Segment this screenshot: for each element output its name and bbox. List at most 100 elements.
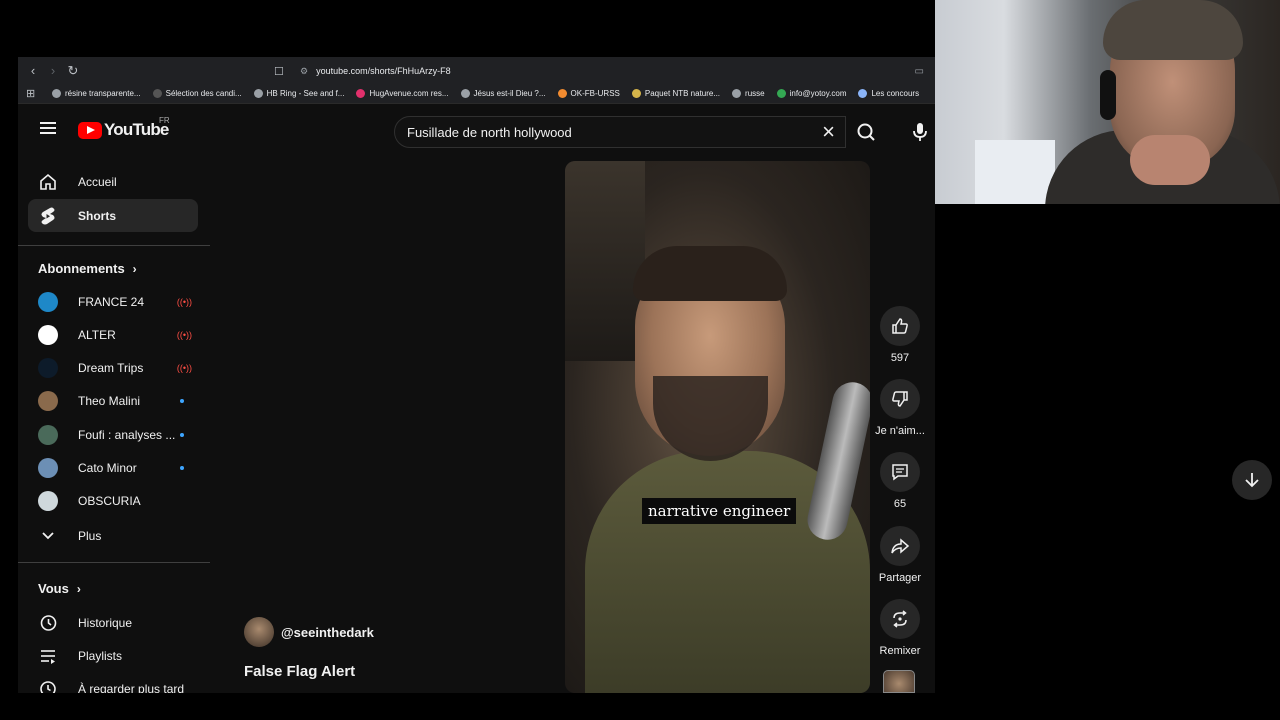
screen: ‹ › ↻ ☐ ⚙ youtube.com/shorts/FhHuArzy-F8… xyxy=(0,0,1280,720)
search-icon xyxy=(857,123,875,141)
menu-icon[interactable] xyxy=(40,122,56,134)
sidebar-item-shorts[interactable]: Shorts xyxy=(28,199,198,232)
bookmark-icon[interactable]: ☐ xyxy=(274,65,288,78)
webcam-person-hand xyxy=(1130,135,1210,185)
sidebar-item-label: À regarder plus tard xyxy=(78,681,185,694)
new-content-dot-icon xyxy=(180,399,184,404)
sidebar-item-label: Cato Minor xyxy=(78,461,137,475)
search-button[interactable] xyxy=(846,116,886,148)
bookmark-item[interactable]: HB Ring - See and f... xyxy=(253,89,344,98)
chevron-right-icon: › xyxy=(132,261,137,276)
chevron-down-icon xyxy=(38,526,58,546)
you-header[interactable]: Vous › xyxy=(38,581,81,596)
webcam-person-hair xyxy=(1103,0,1243,60)
like-button[interactable]: 597 xyxy=(868,306,932,364)
bookmark-item[interactable]: HugAvenue.com res... xyxy=(356,89,449,98)
bookmark-item[interactable]: info@yotoy.com xyxy=(776,89,847,98)
shorts-icon xyxy=(38,206,58,226)
bookmark-label: Paquet NTB nature... xyxy=(644,89,721,98)
channel-avatar xyxy=(38,324,58,345)
subscriptions-header[interactable]: Abonnements › xyxy=(38,261,137,276)
address-bar[interactable]: ☐ ⚙ youtube.com/shorts/FhHuArzy-F8 ▭ xyxy=(274,61,935,81)
sidebar-item-label: Shorts xyxy=(78,208,117,223)
bookmark-item[interactable]: Sélection des candi... xyxy=(152,89,242,98)
share-button[interactable]: Partager xyxy=(868,526,932,584)
bookmark-item[interactable]: Jésus est-il Dieu ?... xyxy=(460,89,546,98)
sidebar-item-label: FRANCE 24 xyxy=(78,294,145,309)
sidebar-item-subscription[interactable]: Foufi : analyses ... xyxy=(28,418,198,451)
bookmark-item[interactable]: Paquet NTB nature... xyxy=(631,89,721,98)
apps-grid-icon[interactable]: ⊞ xyxy=(26,88,38,100)
bookmark-label: info@yotoy.com xyxy=(789,89,847,98)
webcam-background-window xyxy=(975,140,1055,204)
sidebar-item-subscription[interactable]: OBSCURIA xyxy=(28,485,198,518)
short-video-player[interactable]: narrative engineer xyxy=(565,161,870,693)
new-content-dot-icon xyxy=(180,466,184,470)
comments-button[interactable]: 65 xyxy=(868,452,932,510)
forward-icon[interactable]: › xyxy=(46,63,60,78)
sidebar-item-subscription[interactable]: ALTER ((•)) xyxy=(28,318,198,351)
clock-icon xyxy=(38,679,58,693)
share-label: Partager xyxy=(878,572,922,584)
search-input[interactable]: Fusillade de north hollywood xyxy=(407,125,822,140)
bookmark-favicon-icon xyxy=(858,89,868,98)
clear-search-icon[interactable]: × xyxy=(822,121,835,143)
browser-toolbar: ‹ › ↻ ☐ ⚙ youtube.com/shorts/FhHuArzy-F8… xyxy=(18,57,935,84)
video-caption: narrative engineer xyxy=(642,498,797,524)
reload-icon[interactable]: ↻ xyxy=(66,63,80,79)
youtube-logo[interactable]: YouTube FR xyxy=(78,116,170,140)
sidebar: Accueil Shorts Abonnements › FRANCE 24 ((… xyxy=(18,157,228,693)
home-icon xyxy=(38,172,58,192)
search-box[interactable]: Fusillade de north hollywood × xyxy=(394,116,846,148)
webcam-headset xyxy=(1100,70,1116,120)
channel-handle[interactable]: @seeinthedark xyxy=(281,625,374,640)
subscriptions-title: Abonnements xyxy=(38,261,125,276)
bookmark-label: OK-FB-URSS xyxy=(570,89,620,98)
next-short-button[interactable] xyxy=(1232,460,1272,500)
playlists-icon xyxy=(38,646,58,666)
sidebar-item-label: Historique xyxy=(78,615,133,630)
bookmark-favicon-icon xyxy=(631,89,641,98)
sidebar-item-home[interactable]: Accueil xyxy=(28,165,198,198)
sidebar-item-playlists[interactable]: Playlists xyxy=(28,639,198,672)
microphone-icon xyxy=(913,123,927,141)
sidebar-item-subscription[interactable]: Theo Malini xyxy=(28,385,198,418)
sound-thumbnail[interactable] xyxy=(883,670,915,693)
back-icon[interactable]: ‹ xyxy=(26,63,40,78)
sidebar-item-label: Playlists xyxy=(78,648,123,663)
bookmark-item[interactable]: résine transparente... xyxy=(52,89,141,98)
cast-icon[interactable]: ▭ xyxy=(915,66,924,77)
youtube-play-icon xyxy=(78,121,102,139)
bookmark-item[interactable]: OK-FB-URSS xyxy=(557,89,620,98)
channel-avatar xyxy=(38,291,58,312)
thumbs-down-icon xyxy=(892,391,908,407)
channel-avatar xyxy=(38,358,58,379)
bookmark-favicon-icon xyxy=(52,89,61,98)
sidebar-item-subscription[interactable]: Cato Minor xyxy=(28,452,198,485)
live-icon: ((•)) xyxy=(176,329,192,340)
voice-search-button[interactable] xyxy=(904,116,935,148)
sidebar-item-subscription[interactable]: FRANCE 24 ((•)) xyxy=(28,285,198,318)
site-info-icon[interactable]: ⚙ xyxy=(300,66,308,77)
channel-avatar[interactable] xyxy=(244,617,274,647)
sidebar-item-more[interactable]: Plus xyxy=(28,519,198,552)
like-count: 597 xyxy=(890,352,910,364)
channel-avatar xyxy=(38,458,58,478)
channel-avatar xyxy=(38,424,58,445)
sidebar-item-watch-later[interactable]: À regarder plus tard xyxy=(28,672,198,693)
sidebar-item-label: Accueil xyxy=(78,174,117,189)
sidebar-item-label: OBSCURIA xyxy=(78,494,141,509)
webcam-overlay xyxy=(935,0,1280,204)
bookmark-item[interactable]: russe xyxy=(732,89,765,98)
remix-button[interactable]: Remixer xyxy=(868,599,932,657)
sidebar-item-history[interactable]: Historique xyxy=(28,606,198,639)
sidebar-item-subscription[interactable]: Dream Trips ((•)) xyxy=(28,352,198,385)
dislike-button[interactable]: Je n'aim... xyxy=(868,379,932,437)
comment-icon xyxy=(892,464,908,481)
bookmark-label: Sélection des candi... xyxy=(165,89,242,98)
bookmark-item[interactable]: Les concours xyxy=(858,89,919,98)
chevron-right-icon: › xyxy=(76,581,81,596)
channel-info[interactable]: @seeinthedark xyxy=(244,617,374,647)
bookmark-label: résine transparente... xyxy=(65,89,141,98)
sidebar-item-label: Foufi : analyses ... xyxy=(78,427,176,442)
